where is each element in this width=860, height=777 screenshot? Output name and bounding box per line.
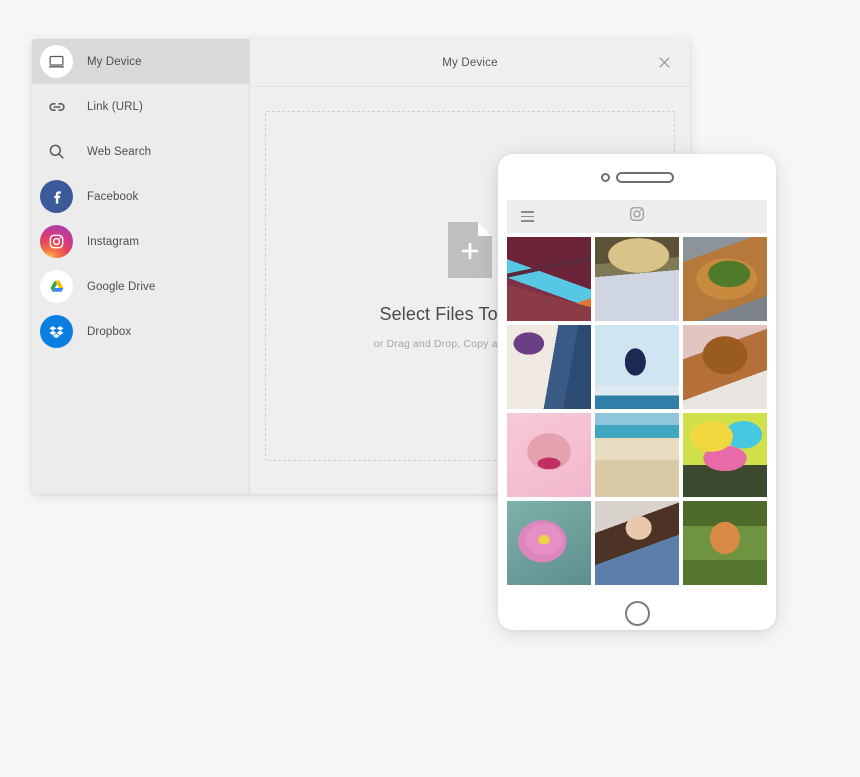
uploader-sidebar: My Device Link (URL) Web Search Facebook… bbox=[32, 39, 250, 494]
search-icon bbox=[40, 135, 73, 168]
tablet-bottom-bezel bbox=[498, 585, 776, 641]
photo-thumbnail bbox=[595, 237, 679, 321]
facebook-icon bbox=[40, 180, 73, 213]
google-drive-icon bbox=[40, 270, 73, 303]
photo-thumbnail bbox=[595, 413, 679, 497]
photo-thumbnail bbox=[507, 237, 591, 321]
page-title: My Device bbox=[442, 56, 498, 69]
sidebar-item-label: Google Drive bbox=[87, 280, 156, 293]
photo-thumbnail bbox=[683, 237, 767, 321]
sidebar-item-link-url[interactable]: Link (URL) bbox=[32, 84, 249, 129]
photo-thumbnail bbox=[683, 413, 767, 497]
canyon-landscape-photo[interactable] bbox=[507, 237, 591, 321]
photo-thumbnail bbox=[507, 325, 591, 409]
speaker-slot-icon bbox=[615, 171, 674, 183]
instagram-icon bbox=[40, 225, 73, 258]
close-icon[interactable] bbox=[653, 52, 675, 74]
photo-grid bbox=[507, 233, 767, 585]
sidebar-item-web-search[interactable]: Web Search bbox=[32, 129, 249, 174]
photo-thumbnail bbox=[595, 501, 679, 585]
sidebar-item-label: Web Search bbox=[87, 145, 152, 158]
red-fox-photo[interactable] bbox=[683, 501, 767, 585]
photo-thumbnail bbox=[595, 325, 679, 409]
photo-thumbnail bbox=[507, 501, 591, 585]
sidebar-item-label: My Device bbox=[87, 55, 142, 68]
home-circle-icon[interactable] bbox=[624, 600, 650, 626]
app-bar bbox=[507, 200, 767, 233]
sidebar-item-label: Instagram bbox=[87, 235, 140, 248]
hamburger-menu-icon[interactable] bbox=[521, 211, 534, 222]
woman-portrait-photo[interactable] bbox=[595, 501, 679, 585]
camera-dot-icon bbox=[600, 172, 610, 182]
pink-lips-photo[interactable] bbox=[507, 413, 591, 497]
photo-thumbnail bbox=[683, 325, 767, 409]
dog-in-bucket-photo[interactable] bbox=[683, 325, 767, 409]
sidebar-item-my-device[interactable]: My Device bbox=[32, 39, 249, 84]
link-icon bbox=[40, 90, 73, 123]
beach-cove-photo[interactable] bbox=[595, 413, 679, 497]
hands-portrait-photo[interactable] bbox=[595, 237, 679, 321]
tablet-top-bezel bbox=[498, 154, 776, 200]
dropbox-icon bbox=[40, 315, 73, 348]
pink-cosmos-flower-photo[interactable] bbox=[507, 501, 591, 585]
skateboarder-jump-photo[interactable] bbox=[595, 325, 679, 409]
uploader-header: My Device bbox=[250, 39, 690, 87]
sidebar-item-google-drive[interactable]: Google Drive bbox=[32, 264, 249, 309]
photo-thumbnail bbox=[507, 413, 591, 497]
sidebar-item-label: Dropbox bbox=[87, 325, 132, 338]
instagram-camera-icon[interactable] bbox=[628, 205, 646, 228]
file-add-icon bbox=[448, 222, 492, 278]
holi-festival-photo[interactable] bbox=[683, 413, 767, 497]
tablet-device-mockup bbox=[498, 154, 776, 630]
screen-root: My Device Link (URL) Web Search Facebook… bbox=[0, 0, 860, 777]
pizza-food-photo[interactable] bbox=[683, 237, 767, 321]
laptop-icon bbox=[40, 45, 73, 78]
sidebar-item-label: Link (URL) bbox=[87, 100, 143, 113]
sidebar-item-dropbox[interactable]: Dropbox bbox=[32, 309, 249, 354]
bride-wedding-photo[interactable] bbox=[507, 325, 591, 409]
photo-thumbnail bbox=[683, 501, 767, 585]
sidebar-item-label: Facebook bbox=[87, 190, 139, 203]
sidebar-item-instagram[interactable]: Instagram bbox=[32, 219, 249, 264]
sidebar-item-facebook[interactable]: Facebook bbox=[32, 174, 249, 219]
